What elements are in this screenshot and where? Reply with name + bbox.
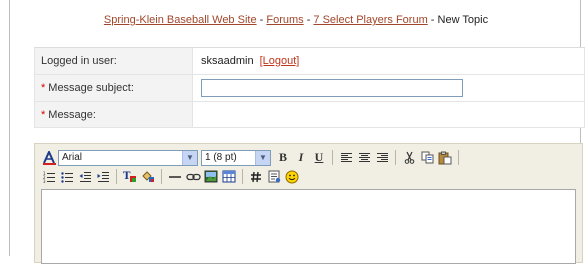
editor-toolbar: Arial ▼ 1 (8 pt) ▼ B I U 1 2 3 T [35, 144, 582, 187]
link-icon[interactable] [184, 168, 202, 185]
font-family-select[interactable]: Arial ▼ [58, 149, 198, 166]
toolbar-separator [242, 169, 243, 184]
smiley-icon[interactable] [283, 168, 301, 185]
special-char-icon[interactable] [265, 168, 283, 185]
font-size-select[interactable]: 1 (8 pt) ▼ [201, 149, 271, 166]
breadcrumb-site-link[interactable]: Spring-Klein Baseball Web Site [104, 14, 257, 26]
toolbar-separator [161, 169, 162, 184]
background-color-icon[interactable] [139, 168, 157, 185]
subject-value [193, 75, 584, 101]
subject-row: * Message subject: [35, 75, 584, 102]
toolbar-separator [116, 169, 117, 184]
breadcrumb-separator: - [427, 14, 438, 26]
chevron-down-icon: ▼ [255, 150, 270, 165]
toolbar-row-1: Arial ▼ 1 (8 pt) ▼ B I U [40, 148, 582, 167]
toolbar-row-2: 123 T [40, 167, 582, 186]
font-style-icon[interactable] [40, 149, 58, 166]
align-center-icon[interactable] [355, 149, 373, 166]
svg-text:T: T [123, 171, 131, 182]
breadcrumb-separator: - [303, 14, 314, 26]
toolbar-separator [332, 150, 333, 165]
breadcrumb-current: New Topic [437, 14, 489, 26]
message-row: * Message: [35, 102, 584, 128]
breadcrumb-separator: - [256, 14, 267, 26]
outdent-icon[interactable] [76, 168, 94, 185]
logged-user-row: Logged in user: sksaadmin [Logout] [35, 48, 584, 75]
new-topic-form: Logged in user: sksaadmin [Logout] * Mes… [34, 47, 585, 128]
image-icon[interactable] [202, 168, 220, 185]
breadcrumb-forum-link[interactable]: 7 Select Players Forum [313, 14, 427, 26]
align-right-icon[interactable] [373, 149, 391, 166]
horizontal-rule-icon[interactable] [166, 168, 184, 185]
rich-text-editor: Arial ▼ 1 (8 pt) ▼ B I U 1 2 3 T [34, 143, 583, 264]
text-color-icon[interactable]: T [121, 168, 139, 185]
subject-input[interactable] [201, 79, 463, 97]
bold-button[interactable]: B [274, 149, 292, 166]
toolbar-separator [395, 150, 396, 165]
page-frame: Spring-Klein Baseball Web Site - Forums … [9, 0, 585, 264]
required-marker: * [41, 108, 46, 121]
message-textarea[interactable] [41, 189, 576, 264]
cut-icon[interactable] [400, 149, 418, 166]
table-icon[interactable] [220, 168, 238, 185]
logged-user-label: Logged in user: [35, 48, 193, 74]
indent-icon[interactable] [94, 168, 112, 185]
subject-label: * Message subject: [35, 75, 193, 101]
bullet-list-icon[interactable] [58, 168, 76, 185]
breadcrumb-forums-link[interactable]: Forums [266, 14, 303, 26]
ordered-list-icon[interactable]: 123 [40, 168, 58, 185]
message-label: * Message: [35, 102, 193, 127]
chevron-down-icon: ▼ [182, 150, 197, 165]
toolbar-separator [458, 150, 459, 165]
breadcrumb: Spring-Klein Baseball Web Site - Forums … [10, 14, 582, 26]
underline-button[interactable]: U [310, 149, 328, 166]
required-marker: * [41, 82, 46, 94]
svg-text:3: 3 [43, 179, 46, 183]
logged-user-value: sksaadmin [Logout] [193, 48, 584, 74]
username: sksaadmin [201, 55, 254, 67]
align-left-icon[interactable] [337, 149, 355, 166]
logout-link[interactable]: [Logout] [260, 55, 300, 67]
anchor-icon[interactable] [247, 168, 265, 185]
message-value [193, 102, 584, 127]
copy-icon[interactable] [418, 149, 436, 166]
italic-button[interactable]: I [292, 149, 310, 166]
paste-icon[interactable] [436, 149, 454, 166]
